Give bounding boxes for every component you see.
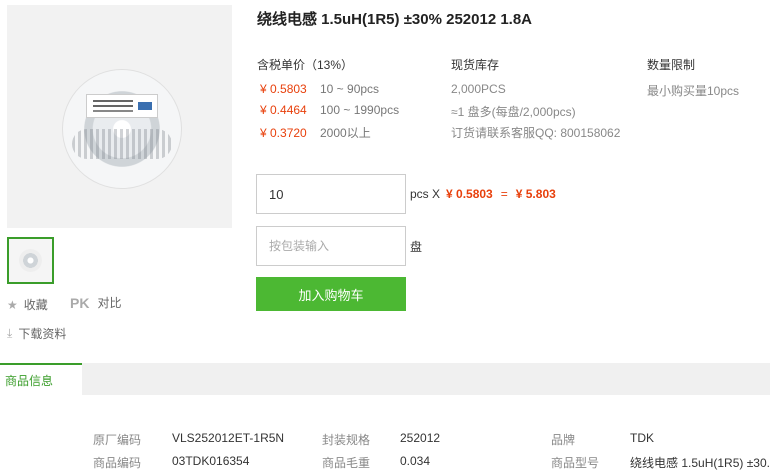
price-tier: ¥ 0.3720 2000以上: [260, 126, 371, 140]
download-icon: ⤓: [7, 326, 13, 340]
stock-header: 现货库存: [451, 58, 500, 72]
download-docs-link[interactable]: ⤓ 下载资料: [7, 325, 66, 342]
inductor-reel-image: [62, 69, 182, 189]
unit-label: pcs X: [410, 187, 441, 201]
compare-button[interactable]: PK 对比: [70, 294, 121, 311]
limit-header: 数量限制: [647, 58, 696, 72]
product-thumbnail[interactable]: [7, 237, 54, 284]
price-tier: ¥ 0.5803 10 ~ 90pcs: [260, 82, 380, 96]
star-icon: ★: [7, 297, 18, 312]
spec-label: 品牌: [551, 433, 576, 447]
add-to-cart-button[interactable]: 加入购物车: [256, 277, 406, 311]
spec-label: 原厂编码: [93, 433, 142, 447]
spec-value: 252012: [400, 431, 441, 445]
spec-value: VLS252012ET-1R5N: [172, 431, 285, 445]
stock-quantity: 2,000PCS: [451, 82, 506, 96]
stock-reels: ≈1 盘多(每盘/2,000pcs): [451, 105, 576, 119]
spec-label: 商品毛重: [322, 456, 371, 470]
reel-label-sticker: [86, 94, 158, 118]
reel-unit-label: 盘: [410, 240, 423, 254]
pk-icon: PK: [70, 294, 90, 311]
spec-label: 商品型号: [551, 456, 600, 470]
price-calculation: pcs X ¥ 0.5803 = ¥ 5.803: [410, 187, 556, 201]
total-price: ¥ 5.803: [515, 187, 556, 201]
equals-sign: =: [500, 187, 508, 201]
spec-value: 03TDK016354: [172, 454, 250, 468]
product-title: 绕线电感 1.5uH(1R5) ±30% 252012 1.8A: [257, 11, 533, 28]
info-tabbar: 商品信息: [0, 363, 770, 395]
spec-label: 封装规格: [322, 433, 371, 447]
product-main-image: [7, 5, 232, 228]
price-tier: ¥ 0.4464 100 ~ 1990pcs: [260, 103, 400, 117]
price-header: 含税单价（13%）: [257, 58, 354, 72]
spec-value: 0.034: [400, 454, 431, 468]
stock-contact: 订货请联系客服QQ: 800158062: [451, 126, 621, 140]
spec-value: 绕线电感 1.5uH(1R5) ±30.: [630, 456, 770, 470]
reel-quantity-input[interactable]: [256, 226, 406, 266]
tab-product-info[interactable]: 商品信息: [0, 363, 82, 395]
spec-label: 商品编码: [93, 456, 142, 470]
quantity-input[interactable]: [256, 174, 406, 214]
unit-price: ¥ 0.5803: [446, 187, 493, 201]
favorite-button[interactable]: ★ 收藏: [7, 296, 48, 313]
min-order: 最小购买量10pcs: [647, 84, 740, 98]
spec-value: TDK: [630, 431, 654, 445]
